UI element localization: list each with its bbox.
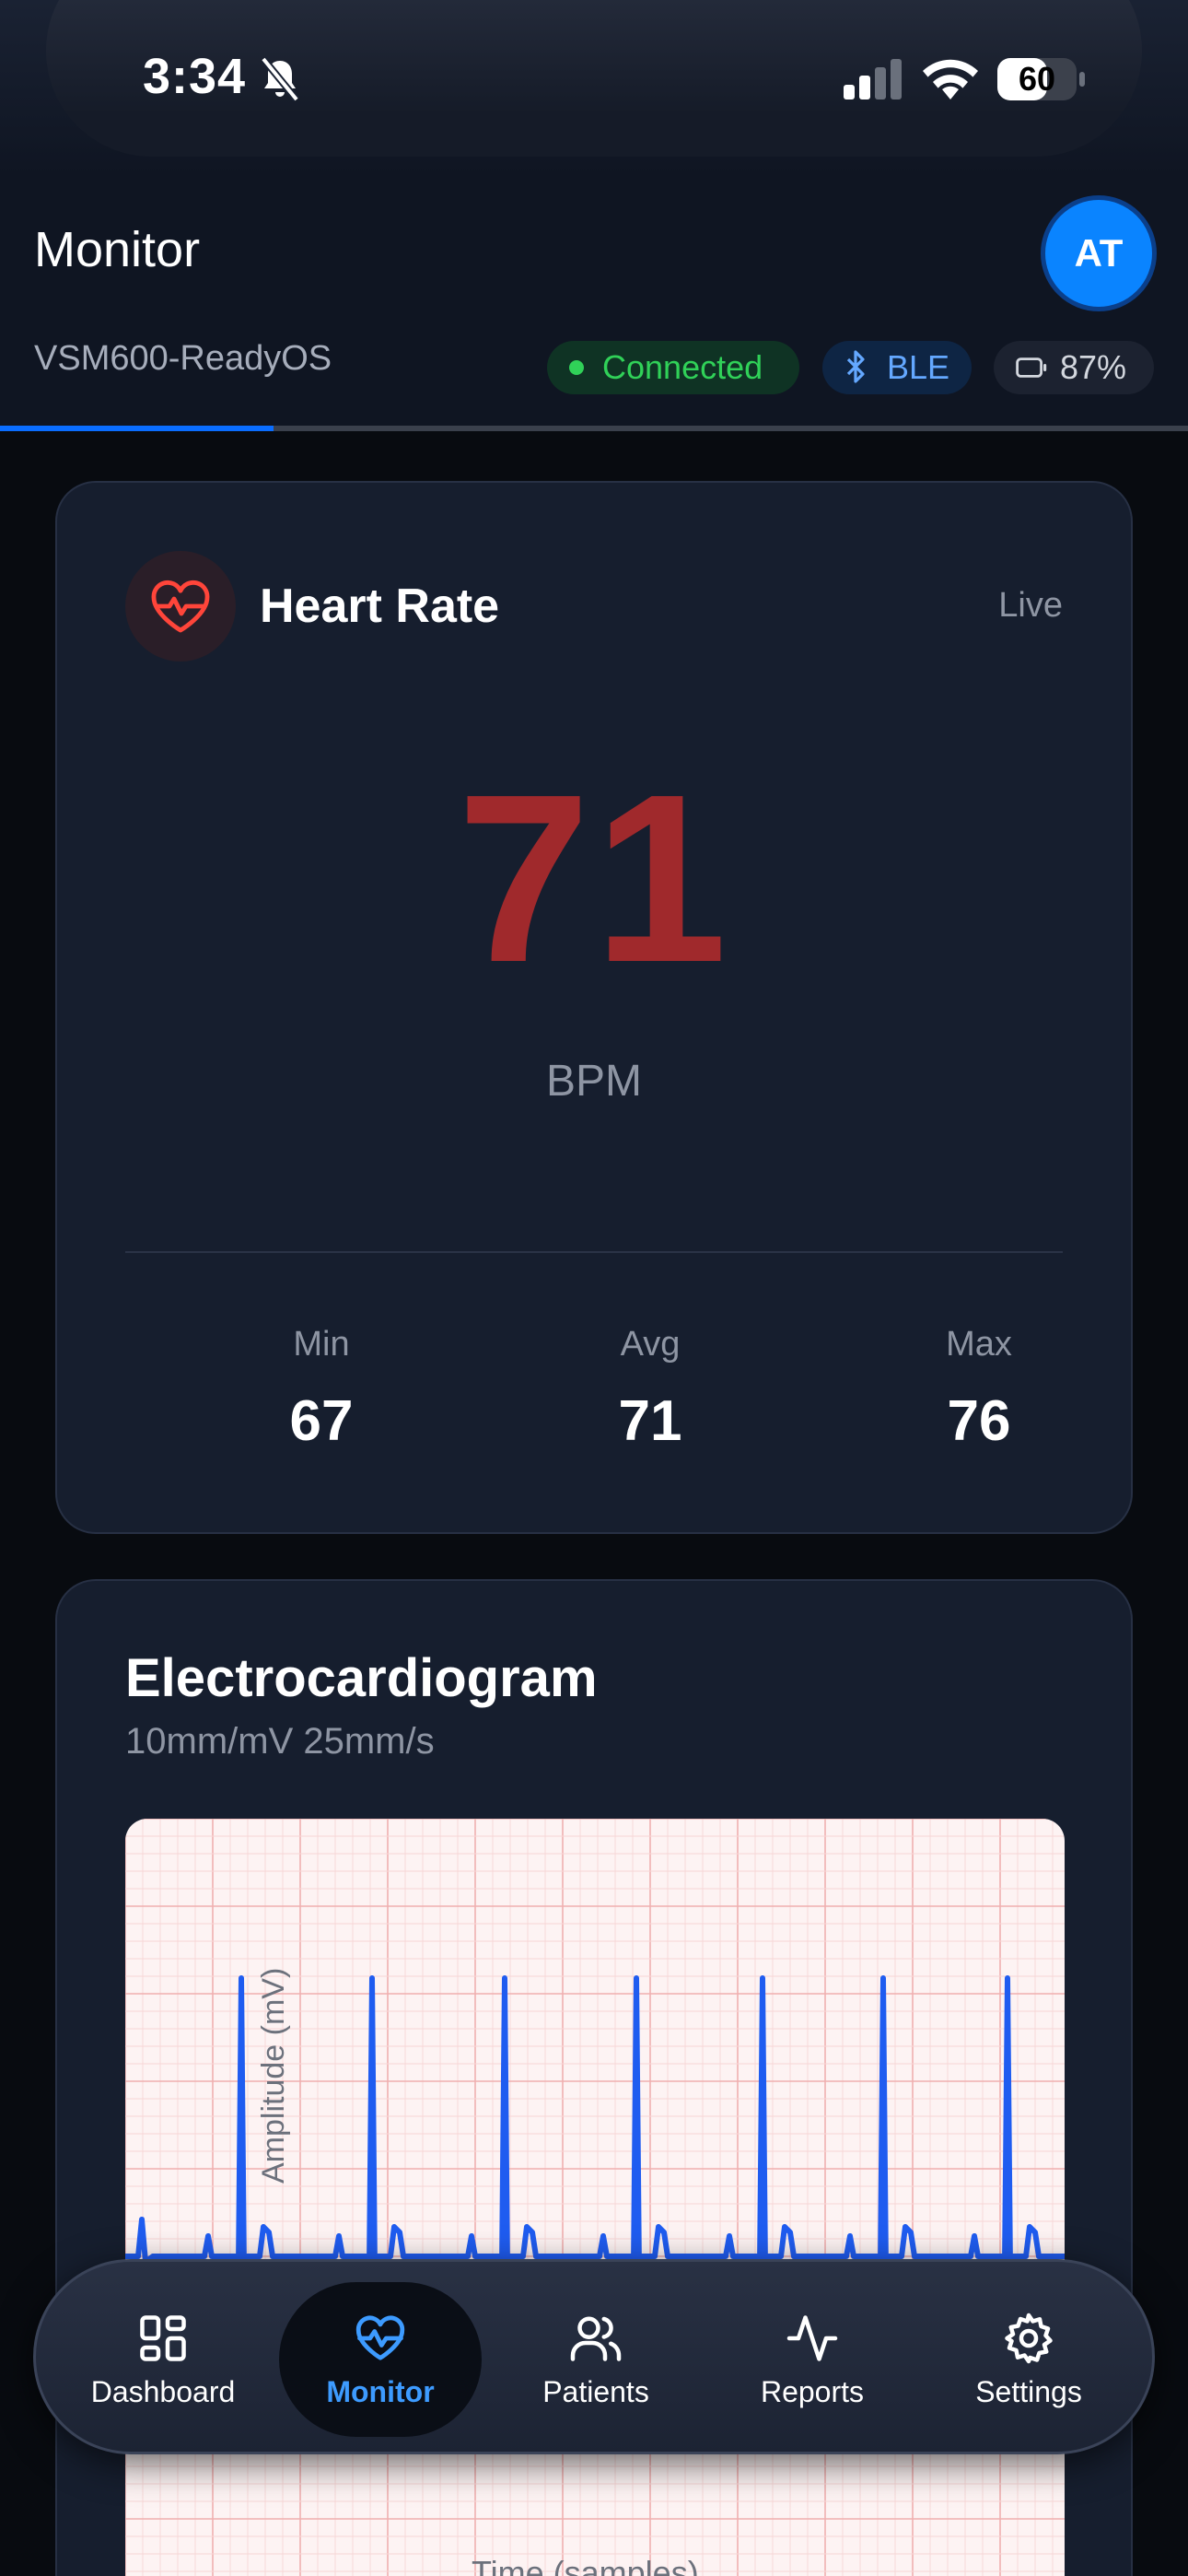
battery-level: 60 [1018, 60, 1056, 98]
stat-max: Max 76 [841, 1325, 1117, 1454]
heart-rate-card: Heart Rate Live 71 BPM Min 67 Avg 71 Max… [55, 481, 1133, 1534]
page-title: Monitor [34, 222, 201, 277]
tab-label: Patients [542, 2374, 649, 2408]
stat-avg-label: Avg [620, 1325, 681, 1364]
bell-slash-icon [260, 57, 300, 101]
wifi-icon [923, 59, 978, 100]
device-battery-badge: 87% [994, 341, 1154, 394]
gear-icon [1005, 2313, 1053, 2363]
ecg-y-axis-label: Amplitude (mV) [256, 1967, 291, 2184]
transport-badge: BLE [822, 341, 972, 394]
tab-settings[interactable]: Settings [927, 2262, 1130, 2457]
connection-status-badge: Connected [547, 341, 799, 394]
tab-monitor[interactable]: Monitor [279, 2262, 482, 2457]
ecg-subtitle: 10mm/mV 25mm/s [125, 1721, 435, 1762]
stat-avg-value: 71 [618, 1389, 682, 1453]
device-name: VSM600-ReadyOS [34, 339, 332, 378]
grid-icon [140, 2314, 186, 2361]
heart-rate-icon-badge [125, 551, 236, 662]
app-header: Monitor AT VSM600-ReadyOS Connected BLE … [0, 175, 1188, 431]
connection-status-label: Connected [602, 348, 763, 386]
connection-progress-bar [0, 426, 1188, 431]
users-icon [570, 2316, 622, 2361]
tab-bar: Dashboard Monitor Patients Reports Setti… [33, 2259, 1155, 2454]
device-battery-label: 87% [1060, 348, 1127, 386]
tab-label: Monitor [326, 2374, 435, 2408]
tab-patients[interactable]: Patients [495, 2262, 697, 2457]
activity-icon [786, 2314, 838, 2361]
divider [125, 1251, 1063, 1253]
stat-avg: Avg 71 [512, 1325, 788, 1454]
tab-reports[interactable]: Reports [711, 2262, 914, 2457]
live-indicator: Live [998, 586, 1063, 625]
stat-max-value: 76 [947, 1389, 1011, 1453]
ecg-grid [125, 1819, 1065, 2576]
cellular-signal-icon [844, 59, 902, 100]
tab-label: Dashboard [90, 2374, 236, 2408]
bluetooth-icon [846, 350, 865, 383]
connection-progress-fill [0, 426, 274, 431]
tab-label: Reports [760, 2374, 865, 2408]
heart-rate-title: Heart Rate [260, 580, 500, 633]
ecg-title: Electrocardiogram [125, 1648, 598, 1708]
heart-rate-unit: BPM [545, 1057, 642, 1106]
stat-min-value: 67 [289, 1389, 354, 1453]
status-dot-icon [569, 360, 584, 375]
status-time: 3:34 [143, 49, 247, 104]
device-battery-icon [1016, 357, 1047, 378]
ecg-plot [125, 1819, 1065, 2576]
tab-label: Settings [975, 2374, 1082, 2408]
ecg-waveform [125, 1819, 1065, 2576]
transport-label: BLE [886, 348, 949, 386]
ecg-x-axis-label: Time (samples) [472, 2554, 699, 2576]
heart-pulse-icon [151, 580, 210, 633]
stat-min-label: Min [293, 1325, 350, 1364]
stat-min: Min 67 [183, 1325, 460, 1454]
tab-dashboard[interactable]: Dashboard [62, 2262, 264, 2457]
heart-pulse-icon [355, 2314, 405, 2360]
status-bar: 3:34 60 [0, 0, 1188, 175]
heart-rate-value: 71 [457, 745, 731, 1013]
stat-max-label: Max [946, 1325, 1012, 1364]
avatar[interactable]: AT [1041, 195, 1157, 311]
